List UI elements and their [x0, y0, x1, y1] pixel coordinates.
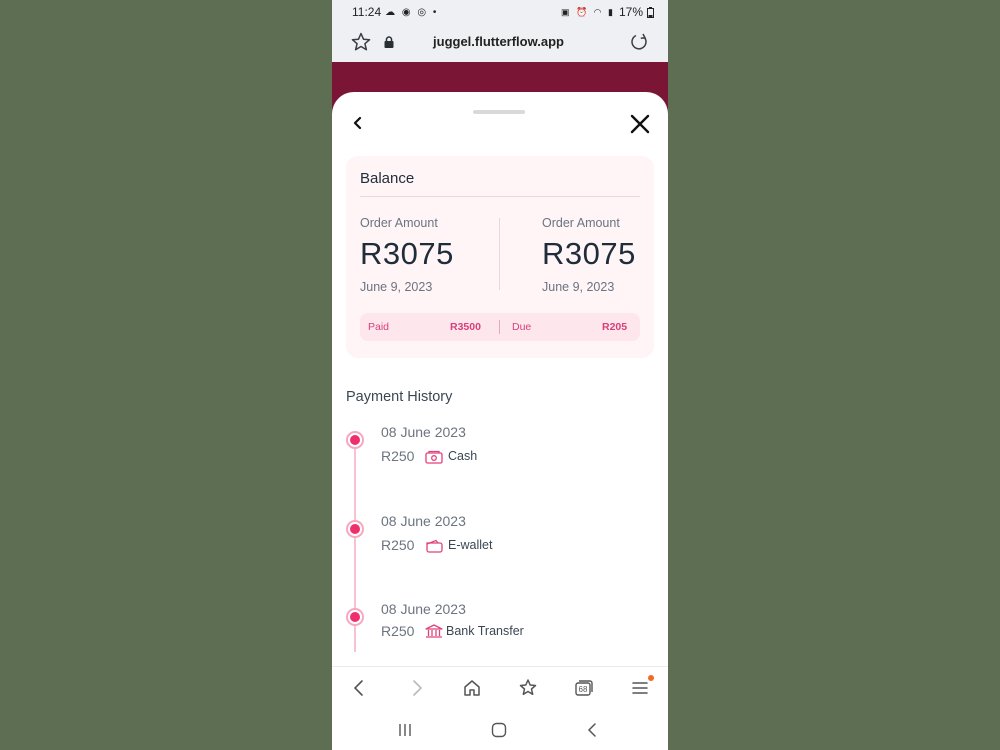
payment-amount: R250 — [381, 623, 415, 639]
nav-back-icon[interactable] — [348, 677, 370, 699]
status-right: ▣ ⏰ ◠ ▮ 17% — [561, 5, 654, 19]
browser-address-bar: juggel.flutterflow.app — [332, 24, 668, 62]
paid-due-summary: Paid R3500 Due R205 — [360, 313, 640, 341]
payment-method: Bank Transfer — [446, 624, 524, 638]
payment-history-title: Payment History — [346, 389, 453, 405]
divider — [360, 196, 640, 197]
due-label: Due — [512, 321, 532, 333]
payment-method: E-wallet — [448, 538, 493, 552]
drag-handle[interactable] — [473, 110, 525, 114]
system-nav-bar — [332, 710, 668, 750]
recent-apps-icon[interactable] — [396, 722, 414, 738]
tabs-count: 68 — [578, 685, 588, 694]
summary-separator — [499, 320, 500, 334]
wallet-icon — [426, 539, 443, 553]
payment-history-item[interactable]: 08 June 2023 R250 E-wallet — [332, 513, 668, 587]
payment-amount: R250 — [381, 448, 415, 464]
order-amount-right: Order Amount R3075 June 9, 2023 — [542, 216, 668, 294]
order-amount-label: Order Amount — [360, 216, 438, 230]
order-amount-value: R3075 — [542, 236, 636, 271]
balance-card: Balance Order Amount R3075 June 9, 2023 … — [346, 156, 654, 358]
close-icon[interactable] — [628, 112, 652, 136]
payment-method: Cash — [448, 449, 478, 463]
home-icon[interactable] — [461, 677, 483, 699]
order-amount-date: June 9, 2023 — [542, 280, 615, 294]
battery-level: 17% — [618, 5, 643, 19]
balance-title: Balance — [360, 170, 415, 187]
bookmark-star-icon[interactable] — [350, 31, 372, 53]
paid-value: R3500 — [450, 321, 481, 333]
due-value: R205 — [602, 321, 628, 333]
payment-date: 08 June 2023 — [381, 513, 466, 529]
nav-forward-icon[interactable] — [406, 677, 428, 699]
url-text[interactable]: juggel.flutterflow.app — [402, 34, 595, 49]
notification-icons: ☁ ◉ ◎ • — [385, 6, 439, 18]
browser-nav-bar: 68 — [332, 666, 668, 710]
payment-history-item[interactable]: 08 June 2023 R250 Cash — [332, 424, 668, 498]
cash-icon — [425, 450, 443, 464]
phone-screen: 11:24 ☁ ◉ ◎ • ▣ ⏰ ◠ ▮ 17% juggel.flutter… — [332, 0, 668, 750]
battery-icon — [647, 6, 654, 18]
order-amount-date: June 9, 2023 — [360, 280, 433, 294]
system-back-icon[interactable] — [584, 722, 602, 738]
bookmarks-icon[interactable] — [517, 677, 539, 699]
lock-icon — [384, 36, 394, 48]
back-arrow-icon[interactable] — [348, 112, 368, 134]
menu-icon[interactable] — [629, 677, 651, 699]
payment-bottom-sheet: Balance Order Amount R3075 June 9, 2023 … — [332, 92, 668, 666]
bank-icon — [425, 624, 443, 638]
notification-dot — [648, 675, 654, 681]
payment-history-item[interactable]: 08 June 2023 R250 Bank Transfer — [332, 601, 668, 666]
payment-amount: R250 — [381, 537, 415, 553]
timeline-dot — [346, 431, 364, 449]
payment-date: 08 June 2023 — [381, 424, 466, 440]
payment-date: 08 June 2023 — [381, 601, 466, 617]
order-amount-left: Order Amount R3075 June 9, 2023 — [360, 216, 500, 294]
paid-label: Paid — [368, 321, 390, 333]
order-amount-label: Order Amount — [542, 216, 620, 230]
timeline-dot — [346, 608, 364, 626]
vertical-divider — [499, 218, 500, 290]
status-bar: 11:24 ☁ ◉ ◎ • ▣ ⏰ ◠ ▮ 17% — [332, 0, 668, 24]
tabs-icon[interactable]: 68 — [573, 677, 595, 699]
home-button-icon[interactable] — [490, 722, 508, 738]
timeline-dot — [346, 520, 364, 538]
status-time: 11:24 — [352, 5, 382, 19]
reload-icon[interactable] — [628, 31, 650, 53]
system-status-icons: ▣ ⏰ ◠ ▮ — [560, 6, 615, 17]
order-amount-value: R3075 — [360, 236, 454, 271]
